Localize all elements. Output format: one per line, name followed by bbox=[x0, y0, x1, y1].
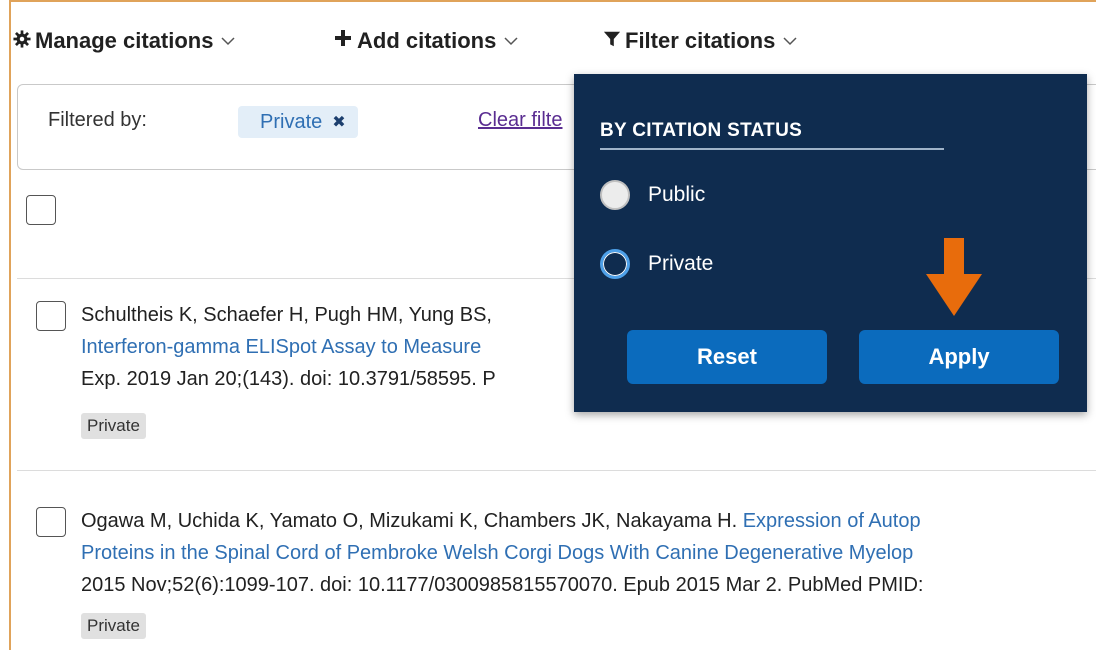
citation-authors-text: Ogawa M, Uchida K, Yamato O, Mizukami K,… bbox=[81, 510, 743, 532]
citation-status-heading: BY CITATION STATUS bbox=[600, 120, 803, 141]
filter-citations-label: Filter citations bbox=[625, 28, 776, 53]
chevron-down-icon bbox=[221, 36, 239, 46]
filter-icon bbox=[603, 28, 625, 54]
gear-icon bbox=[13, 28, 35, 54]
filter-citations-dropdown: BY CITATION STATUS Public Private Reset … bbox=[574, 74, 1087, 412]
status-badge: Private bbox=[81, 613, 146, 639]
select-all-checkbox[interactable] bbox=[26, 195, 56, 225]
chevron-down-icon bbox=[504, 36, 522, 46]
citation-checkbox[interactable] bbox=[36, 507, 66, 537]
filter-chip-private[interactable]: Private ✖ bbox=[238, 106, 358, 138]
add-citations-menu[interactable]: Add citations bbox=[333, 28, 522, 54]
filter-citations-menu[interactable]: Filter citations bbox=[603, 28, 801, 54]
apply-button[interactable]: Apply bbox=[859, 330, 1059, 384]
citation-checkbox[interactable] bbox=[36, 301, 66, 331]
radio-private[interactable] bbox=[600, 249, 630, 279]
arrow-down-icon bbox=[924, 238, 984, 323]
status-option-label: Private bbox=[648, 252, 714, 275]
heading-underline bbox=[600, 148, 944, 150]
manage-citations-menu[interactable]: Manage citations bbox=[13, 28, 239, 54]
filtered-by-label: Filtered by: bbox=[48, 109, 147, 131]
citation-source: 2015 Nov;52(6):1099-107. doi: 10.1177/03… bbox=[81, 574, 924, 596]
divider bbox=[17, 470, 1096, 471]
status-option-private[interactable]: Private bbox=[600, 249, 713, 279]
citation-authors: Ogawa M, Uchida K, Yamato O, Mizukami K,… bbox=[81, 505, 921, 537]
citation-title-link[interactable]: Proteins in the Spinal Cord of Pembroke … bbox=[81, 537, 913, 569]
add-citations-label: Add citations bbox=[357, 28, 497, 53]
citations-panel: Manage citations Add citations Filter ci… bbox=[9, 0, 1096, 650]
status-badge: Private bbox=[81, 413, 146, 439]
citation-item: Ogawa M, Uchida K, Yamato O, Mizukami K,… bbox=[36, 505, 1096, 650]
chevron-down-icon bbox=[783, 36, 801, 46]
citation-authors: Schultheis K, Schaefer H, Pugh HM, Yung … bbox=[81, 304, 492, 326]
plus-icon bbox=[333, 28, 357, 54]
reset-button[interactable]: Reset bbox=[627, 330, 827, 384]
manage-citations-label: Manage citations bbox=[35, 28, 214, 53]
filter-chip-label: Private bbox=[260, 110, 323, 133]
radio-public[interactable] bbox=[600, 180, 630, 210]
citation-source: Exp. 2019 Jan 20;(143). doi: 10.3791/585… bbox=[81, 368, 496, 390]
clear-filters-link[interactable]: Clear filte bbox=[478, 109, 562, 132]
citation-title-link[interactable]: Interferon-gamma ELISpot Assay to Measur… bbox=[81, 331, 481, 363]
status-option-public[interactable]: Public bbox=[600, 180, 705, 210]
citation-title-link[interactable]: Expression of Autop bbox=[743, 510, 921, 532]
remove-filter-icon[interactable]: ✖ bbox=[332, 112, 345, 132]
citations-toolbar: Manage citations Add citations Filter ci… bbox=[11, 2, 1096, 82]
status-option-label: Public bbox=[648, 183, 706, 206]
